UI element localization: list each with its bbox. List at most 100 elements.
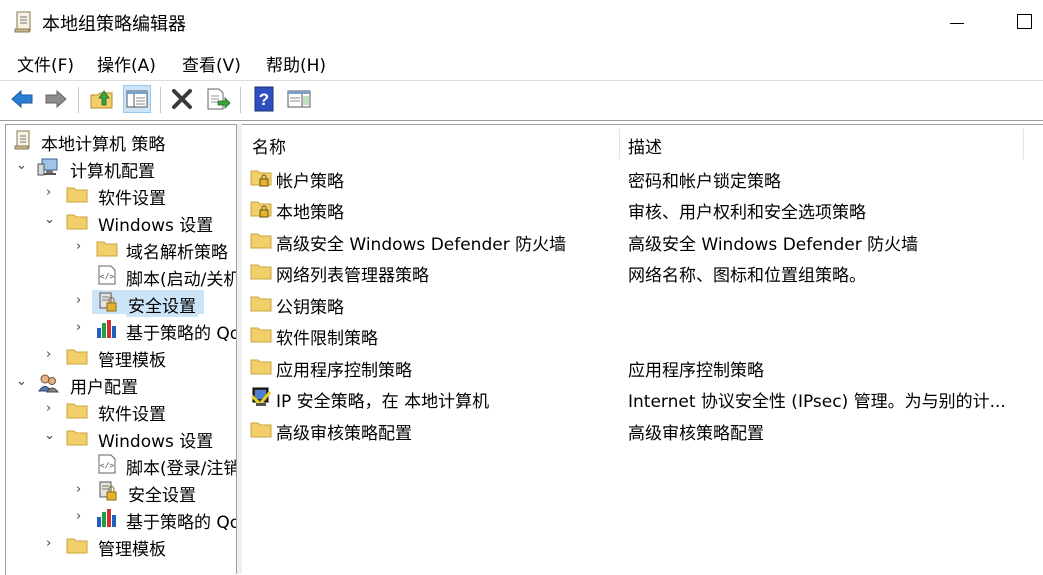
item-description: 高级审核策略配置 <box>628 424 764 444</box>
tree-item-label: 用户配置 <box>70 378 138 398</box>
chevron-right-icon[interactable]: › <box>46 186 58 200</box>
list-item[interactable]: 应用程序控制策略 应用程序控制策略 <box>242 351 1043 382</box>
title-bar: 本地组策略编辑器 <box>0 0 1043 44</box>
chevron-right-icon[interactable]: › <box>76 294 88 308</box>
policy-scroll-icon <box>14 11 31 33</box>
show-hide-tree-button[interactable] <box>123 85 151 113</box>
list-item[interactable]: 高级安全 Windows Defender 防火墙 高级安全 Windows D… <box>242 225 1043 256</box>
properties-pane-icon <box>287 90 311 108</box>
chevron-down-icon[interactable]: ⌄ <box>44 213 56 227</box>
list-item[interactable]: 高级审核策略配置 高级审核策略配置 <box>242 414 1043 445</box>
help-button[interactable]: ? <box>250 85 278 113</box>
script-icon: </> <box>98 265 116 285</box>
folder-icon <box>250 233 272 249</box>
column-header-description[interactable]: 描述 <box>628 133 662 158</box>
security-settings-icon <box>99 292 117 312</box>
menu-file[interactable]: 文件(F) <box>17 51 74 76</box>
list-item[interactable]: 软件限制策略 <box>242 319 1043 350</box>
chevron-right-icon[interactable]: › <box>46 537 58 551</box>
chevron-right-icon[interactable]: › <box>46 348 58 362</box>
computer-icon <box>37 158 58 176</box>
list-item[interactable]: 网络列表管理器策略 网络名称、图标和位置组策略。 <box>242 256 1043 287</box>
show-action-pane-button[interactable] <box>285 85 313 113</box>
list-item[interactable]: 公钥策略 <box>242 288 1043 319</box>
menu-action[interactable]: 操作(A) <box>97 51 156 76</box>
chevron-right-icon[interactable]: › <box>76 240 88 254</box>
chevron-right-icon[interactable]: › <box>46 402 58 416</box>
tree-item-label: 安全设置 <box>126 292 198 317</box>
list-item[interactable]: IP 安全策略，在 本地计算机 Internet 协议安全性 (IPsec) 管… <box>242 382 1043 413</box>
column-header-name[interactable]: 名称 <box>252 133 286 158</box>
users-icon <box>38 374 59 393</box>
up-folder-icon <box>90 90 113 109</box>
folder-icon <box>66 349 88 365</box>
svg-text:?: ? <box>259 90 269 109</box>
menu-help[interactable]: 帮助(H) <box>266 51 326 76</box>
pane-divider <box>0 120 1043 121</box>
chevron-down-icon[interactable]: ⌄ <box>16 375 28 389</box>
folder-icon <box>250 359 272 375</box>
security-settings-icon <box>99 481 117 501</box>
item-name: IP 安全策略，在 本地计算机 <box>276 392 490 412</box>
item-name: 公钥策略 <box>276 298 344 318</box>
tree-item-label: 基于策略的 QoS <box>126 513 236 533</box>
export-list-button[interactable] <box>203 85 231 113</box>
tree-item-label: 本地计算机 策略 <box>41 135 166 155</box>
list-item[interactable]: 帐户策略 密码和帐户锁定策略 <box>242 162 1043 193</box>
column-divider[interactable] <box>619 129 620 159</box>
item-name: 网络列表管理器策略 <box>276 266 429 286</box>
help-icon: ? <box>254 86 274 112</box>
tree-item-label: 软件设置 <box>98 405 166 425</box>
locked-folder-icon <box>250 201 272 218</box>
folder-icon <box>250 327 272 343</box>
back-button[interactable] <box>8 85 36 113</box>
toolbar-separator <box>78 87 79 113</box>
tree-item-label: 脚本(登录/注销) <box>126 459 236 479</box>
chevron-right-icon[interactable]: › <box>76 510 88 524</box>
tree-item-label: 基于策略的 QoS <box>126 324 236 344</box>
item-description: 高级安全 Windows Defender 防火墙 <box>628 235 919 255</box>
qos-chart-icon <box>97 509 116 527</box>
chevron-down-icon[interactable]: ⌄ <box>44 429 56 443</box>
tree-item-label: Windows 设置 <box>98 216 214 236</box>
svg-text:</>: </> <box>100 272 115 281</box>
maximize-button[interactable] <box>1010 4 1038 40</box>
forward-icon <box>45 89 67 109</box>
delete-button[interactable] <box>168 85 196 113</box>
chevron-right-icon[interactable]: › <box>76 483 88 497</box>
tree-item-label: 软件设置 <box>98 189 166 209</box>
item-description: 密码和帐户锁定策略 <box>628 172 781 192</box>
console-tree[interactable]: 本地计算机 策略 ⌄ 计算机配置 › 软件设置 ⌄ Windows 设置 › 域… <box>5 124 236 575</box>
item-description: 网络名称、图标和位置组策略。 <box>628 266 866 286</box>
details-list[interactable]: 名称 描述 帐户策略 密码和帐户锁定策略 本地策略 审核、用户权利和安全选项策略… <box>242 124 1043 575</box>
tree-item-label: 脚本(启动/关机) <box>126 270 236 290</box>
chevron-down-icon[interactable]: ⌄ <box>16 159 28 173</box>
up-one-level-button[interactable] <box>88 85 116 113</box>
show-hide-tree-icon <box>126 90 148 108</box>
toolbar-separator <box>160 87 161 113</box>
forward-button[interactable] <box>42 85 70 113</box>
item-description: 应用程序控制策略 <box>628 361 764 381</box>
chevron-right-icon[interactable]: › <box>76 321 88 335</box>
column-divider[interactable] <box>1023 129 1024 159</box>
item-description: 审核、用户权利和安全选项策略 <box>628 203 866 223</box>
item-description: Internet 协议安全性 (IPsec) 管理。为与别的计... <box>628 392 1006 412</box>
list-item[interactable]: 本地策略 审核、用户权利和安全选项策略 <box>242 193 1043 224</box>
tree-item-label: 安全设置 <box>128 486 196 506</box>
folder-icon <box>66 214 88 230</box>
item-name: 高级审核策略配置 <box>276 424 412 444</box>
qos-chart-icon <box>97 320 116 338</box>
tree-item-label: 计算机配置 <box>70 162 155 182</box>
folder-icon <box>250 264 272 280</box>
ipsec-monitor-icon <box>250 387 272 407</box>
folder-icon <box>250 296 272 312</box>
folder-icon <box>66 403 88 419</box>
window-title: 本地组策略编辑器 <box>42 14 186 35</box>
minimize-button[interactable] <box>944 4 972 40</box>
policy-scroll-icon <box>14 130 30 150</box>
tree-item-label: 管理模板 <box>98 540 166 560</box>
menu-view[interactable]: 查看(V) <box>182 51 241 76</box>
tree-item-label: 域名解析策略 <box>126 243 228 263</box>
folder-icon <box>250 422 272 438</box>
locked-folder-icon <box>250 170 272 187</box>
